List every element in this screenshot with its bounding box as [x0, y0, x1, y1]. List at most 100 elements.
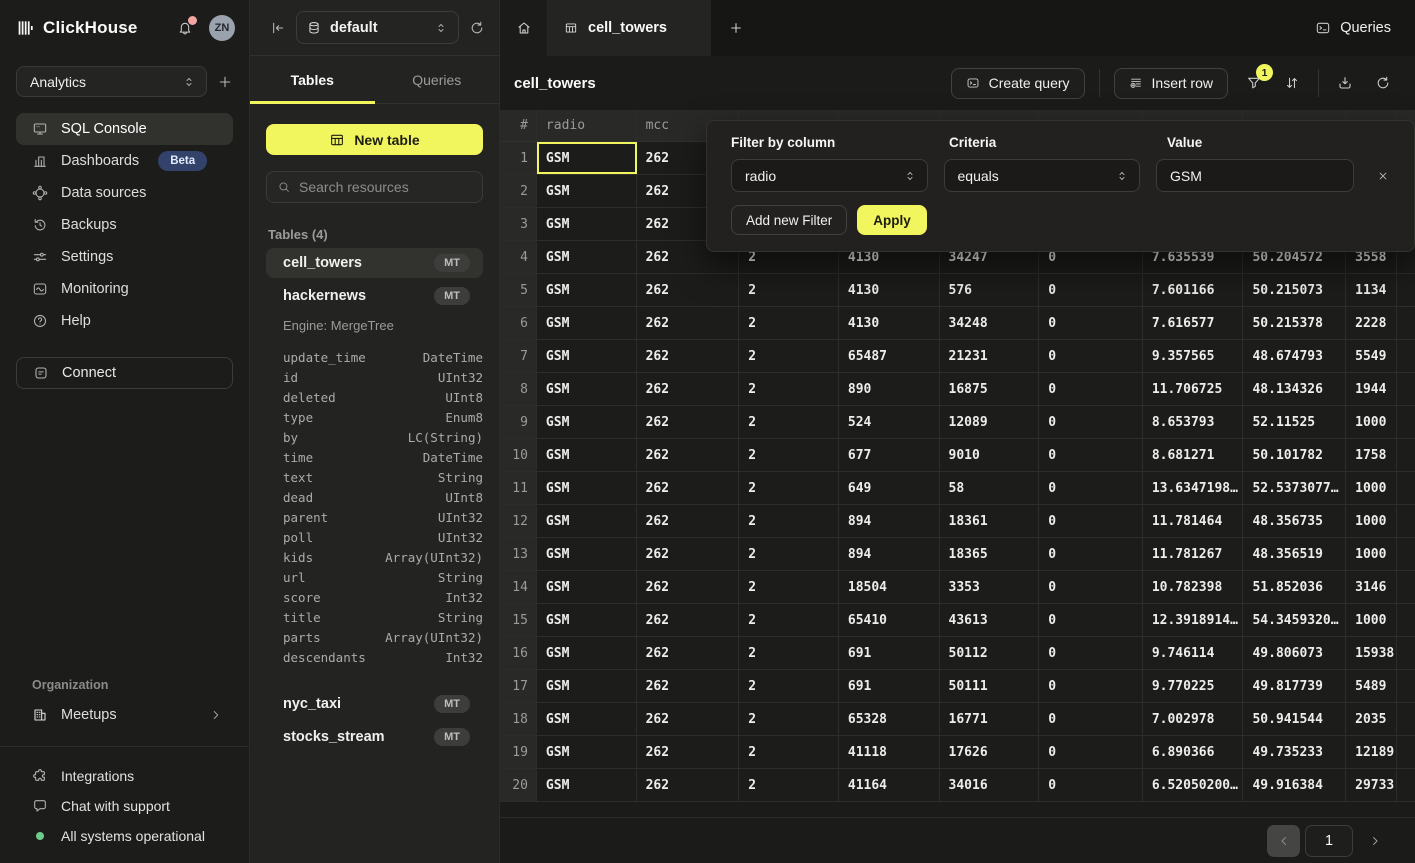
cell[interactable]: 34248 [940, 307, 1040, 339]
cell[interactable]: 50.101782 [1243, 439, 1346, 471]
cell[interactable]: GSM [537, 736, 637, 768]
cell[interactable]: 2 [739, 637, 839, 669]
cell[interactable]: 52.11525 [1243, 406, 1346, 438]
cell[interactable]: 15938 [1346, 637, 1397, 669]
cell[interactable]: 34016 [940, 769, 1040, 801]
queries-button[interactable]: Queries [1315, 20, 1391, 36]
cell[interactable]: 54.3459320… [1243, 604, 1346, 636]
cell[interactable]: 17626 [940, 736, 1040, 768]
cell[interactable]: 262 [637, 637, 740, 669]
cell[interactable]: 894 [839, 505, 940, 537]
cell[interactable]: 2 [739, 406, 839, 438]
table-item-hackernews[interactable]: hackernews MT [266, 281, 483, 311]
refresh-database-button[interactable] [469, 20, 485, 36]
table-item-cell-towers[interactable]: cell_towers MT [266, 248, 483, 278]
cell[interactable]: GSM [537, 604, 637, 636]
cell[interactable]: 0 [1039, 439, 1143, 471]
sidebar-item-dashboards[interactable]: Dashboards Beta [16, 145, 233, 177]
cell[interactable]: 11.706725 [1143, 373, 1244, 405]
cell[interactable]: 50.215073 [1243, 274, 1346, 306]
cell[interactable]: 0 [1039, 505, 1143, 537]
cell[interactable]: 677 [839, 439, 940, 471]
sidebar-item-data-sources[interactable]: Data sources [16, 177, 233, 209]
cell[interactable]: GSM [537, 274, 637, 306]
cell[interactable]: 691 [839, 670, 940, 702]
cell[interactable] [1397, 703, 1415, 735]
tab-cell-towers[interactable]: cell_towers [548, 0, 712, 56]
cell[interactable]: 41164 [839, 769, 940, 801]
cell[interactable]: 7.601166 [1143, 274, 1244, 306]
new-tab-button[interactable] [712, 0, 760, 56]
cell[interactable]: 11.781464 [1143, 505, 1244, 537]
cell[interactable]: 1000 [1346, 406, 1397, 438]
cell[interactable]: 58 [940, 472, 1040, 504]
cell[interactable] [1397, 505, 1415, 537]
cell[interactable]: 6.52050200… [1143, 769, 1244, 801]
cell[interactable]: 262 [637, 472, 740, 504]
filter-column-select[interactable]: radio [731, 159, 928, 192]
notifications-button[interactable] [173, 16, 197, 40]
cell[interactable]: 0 [1039, 340, 1143, 372]
search-resources[interactable] [266, 171, 483, 203]
cell[interactable]: GSM [537, 373, 637, 405]
cell[interactable]: GSM [537, 703, 637, 735]
cell[interactable]: 2035 [1346, 703, 1397, 735]
export-button[interactable] [1333, 71, 1357, 95]
table-item-nyc-taxi[interactable]: nyc_taxi MT [266, 689, 483, 719]
cell[interactable]: 2 [739, 307, 839, 339]
cell[interactable]: 0 [1039, 307, 1143, 339]
cell[interactable]: 1000 [1346, 472, 1397, 504]
database-selector[interactable]: default [296, 11, 459, 44]
cell[interactable]: 9010 [940, 439, 1040, 471]
cell[interactable]: 2 [739, 604, 839, 636]
remove-filter-button[interactable] [1376, 169, 1390, 183]
cell[interactable]: 9.770225 [1143, 670, 1244, 702]
cell[interactable]: 48.356519 [1243, 538, 1346, 570]
cell[interactable]: 0 [1039, 472, 1143, 504]
sidebar-item-help[interactable]: Help [16, 305, 233, 337]
cell[interactable]: 65487 [839, 340, 940, 372]
cell[interactable]: 9.357565 [1143, 340, 1244, 372]
cell[interactable]: 1000 [1346, 505, 1397, 537]
cell[interactable]: 5489 [1346, 670, 1397, 702]
cell[interactable]: 2228 [1346, 307, 1397, 339]
cell[interactable]: 0 [1039, 406, 1143, 438]
cell[interactable]: 50112 [940, 637, 1040, 669]
tab-queries[interactable]: Queries [375, 56, 500, 103]
cell[interactable]: 262 [637, 703, 740, 735]
cell[interactable]: 0 [1039, 604, 1143, 636]
cell[interactable]: GSM [537, 670, 637, 702]
cell[interactable]: 18361 [940, 505, 1040, 537]
cell[interactable]: 12089 [940, 406, 1040, 438]
cell[interactable]: 649 [839, 472, 940, 504]
cell[interactable]: 3146 [1346, 571, 1397, 603]
cell[interactable]: GSM [537, 142, 637, 174]
cell[interactable]: 2 [739, 670, 839, 702]
cell[interactable]: GSM [537, 307, 637, 339]
cell[interactable]: 51.852036 [1243, 571, 1346, 603]
cell[interactable]: 0 [1039, 703, 1143, 735]
table-item-stocks-stream[interactable]: stocks_stream MT [266, 722, 483, 752]
cell[interactable]: 2 [739, 373, 839, 405]
cell[interactable]: 691 [839, 637, 940, 669]
cell[interactable] [1397, 472, 1415, 504]
cell[interactable]: 262 [637, 670, 740, 702]
cell[interactable]: GSM [537, 538, 637, 570]
sort-button[interactable] [1280, 71, 1304, 95]
cell[interactable]: 262 [637, 571, 740, 603]
cell[interactable]: 2 [739, 736, 839, 768]
cell[interactable]: 8.653793 [1143, 406, 1244, 438]
sidebar-item-integrations[interactable]: Integrations [0, 761, 249, 791]
cell[interactable]: 2 [739, 340, 839, 372]
cell[interactable]: 16771 [940, 703, 1040, 735]
cell[interactable]: 2 [739, 538, 839, 570]
cell[interactable]: 41118 [839, 736, 940, 768]
cell[interactable]: 2 [739, 703, 839, 735]
sidebar-item-monitoring[interactable]: Monitoring [16, 273, 233, 305]
cell[interactable] [1397, 406, 1415, 438]
cell[interactable]: GSM [537, 637, 637, 669]
search-input[interactable] [299, 179, 472, 195]
cell[interactable]: GSM [537, 505, 637, 537]
sidebar-item-backups[interactable]: Backups [16, 209, 233, 241]
cell[interactable]: GSM [537, 571, 637, 603]
